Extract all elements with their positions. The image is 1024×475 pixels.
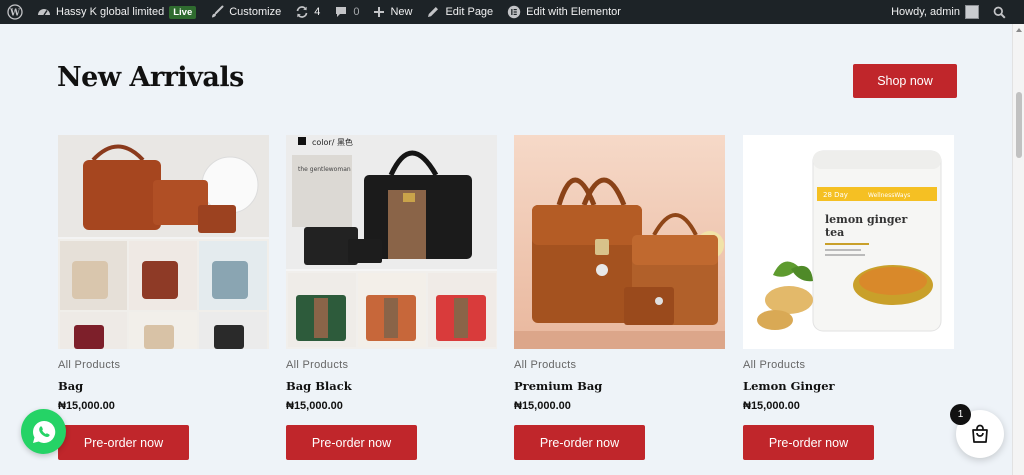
comment-icon: [336, 7, 347, 17]
updates-link[interactable]: 4: [288, 0, 327, 24]
page-scrollbar[interactable]: [1012, 24, 1024, 475]
customize-label: Customize: [229, 6, 282, 18]
product-image-lemon-ginger[interactable]: 28 Day WellnessWays lemon ginger tea: [743, 135, 954, 349]
product-name[interactable]: Premium Bag: [514, 379, 728, 393]
section-title: New Arrivals: [57, 62, 244, 93]
product-image-color-label: color/ 黑色: [312, 137, 353, 147]
product-image-premium-bag[interactable]: [514, 135, 725, 349]
admin-search[interactable]: [986, 0, 1024, 24]
wordpress-logo-icon: W: [7, 4, 23, 20]
product-card-premium-bag: All Products Premium Bag ₦15,000.00 Pre-…: [514, 135, 728, 460]
product-image-title-line1: lemon ginger: [825, 213, 908, 226]
product-image-bag[interactable]: [58, 135, 269, 349]
product-category[interactable]: All Products: [286, 359, 500, 371]
product-image-title-line2: tea: [825, 226, 844, 239]
product-card-bag-black: color/ 黑色 the gentlewoman All Products B…: [286, 135, 500, 460]
product-category[interactable]: All Products: [58, 359, 272, 371]
updates-count: 4: [314, 6, 321, 18]
shop-now-button[interactable]: Shop now: [853, 64, 957, 98]
refresh-icon: [296, 6, 308, 18]
product-card-lemon-ginger: 28 Day WellnessWays lemon ginger tea All…: [743, 135, 957, 460]
elementor-icon: [507, 5, 521, 19]
product-price: ₦15,000.00: [286, 400, 343, 412]
edit-elementor-link[interactable]: Edit with Elementor: [500, 0, 628, 24]
preorder-button-bag[interactable]: Pre-order now: [58, 425, 189, 460]
plus-icon: [374, 7, 385, 17]
comments-link[interactable]: 0: [327, 0, 366, 24]
product-image-bag-black[interactable]: color/ 黑色 the gentlewoman: [286, 135, 497, 349]
product-card-bag: All Products Bag ₦15,000.00 Pre-order no…: [58, 135, 272, 460]
customize-link[interactable]: Customize: [203, 0, 288, 24]
scroll-thumb[interactable]: [1016, 92, 1022, 158]
product-name[interactable]: Bag: [58, 379, 272, 393]
product-price: ₦15,000.00: [58, 400, 115, 412]
whatsapp-chat-button[interactable]: [21, 409, 66, 454]
product-category[interactable]: All Products: [514, 359, 728, 371]
svg-text:W: W: [9, 9, 21, 19]
howdy-label: Howdy, admin: [891, 6, 960, 18]
product-name[interactable]: Lemon Ginger: [743, 379, 957, 393]
edit-elementor-label: Edit with Elementor: [526, 6, 621, 18]
product-image-mag-title: the gentlewoman: [298, 166, 351, 173]
product-category[interactable]: All Products: [743, 359, 957, 371]
preorder-button-premium-bag[interactable]: Pre-order now: [514, 425, 645, 460]
admin-bar: W Hassy K global limited Live Customize …: [0, 0, 1024, 24]
product-price: ₦15,000.00: [514, 400, 571, 412]
edit-page-label: Edit Page: [445, 6, 494, 18]
cart-count-badge: 1: [950, 404, 971, 425]
live-badge: Live: [169, 5, 197, 19]
edit-page-link[interactable]: Edit Page: [419, 0, 500, 24]
comments-count: 0: [353, 6, 360, 18]
preorder-button-lemon-ginger[interactable]: Pre-order now: [743, 425, 874, 460]
site-name-menu[interactable]: Hassy K global limited Live: [30, 0, 203, 24]
product-name[interactable]: Bag Black: [286, 379, 500, 393]
new-label: New: [390, 6, 413, 18]
product-image-brand-label: WellnessWays: [868, 192, 910, 199]
account-menu[interactable]: Howdy, admin: [884, 0, 986, 24]
dashboard-icon: [38, 9, 50, 16]
new-content-menu[interactable]: New: [366, 0, 419, 24]
wordpress-menu[interactable]: W: [0, 0, 30, 24]
whatsapp-icon: [32, 420, 55, 443]
product-image-day-label: 28 Day: [823, 191, 848, 199]
preorder-button-bag-black[interactable]: Pre-order now: [286, 425, 417, 460]
site-name: Hassy K global limited: [56, 6, 165, 18]
pencil-icon: [428, 7, 439, 17]
brush-icon: [212, 5, 224, 18]
product-price: ₦15,000.00: [743, 400, 800, 412]
shopping-bag-icon: [972, 424, 988, 443]
avatar: [965, 5, 979, 19]
search-icon: [993, 6, 1006, 19]
scroll-up-arrow[interactable]: [1016, 28, 1022, 32]
